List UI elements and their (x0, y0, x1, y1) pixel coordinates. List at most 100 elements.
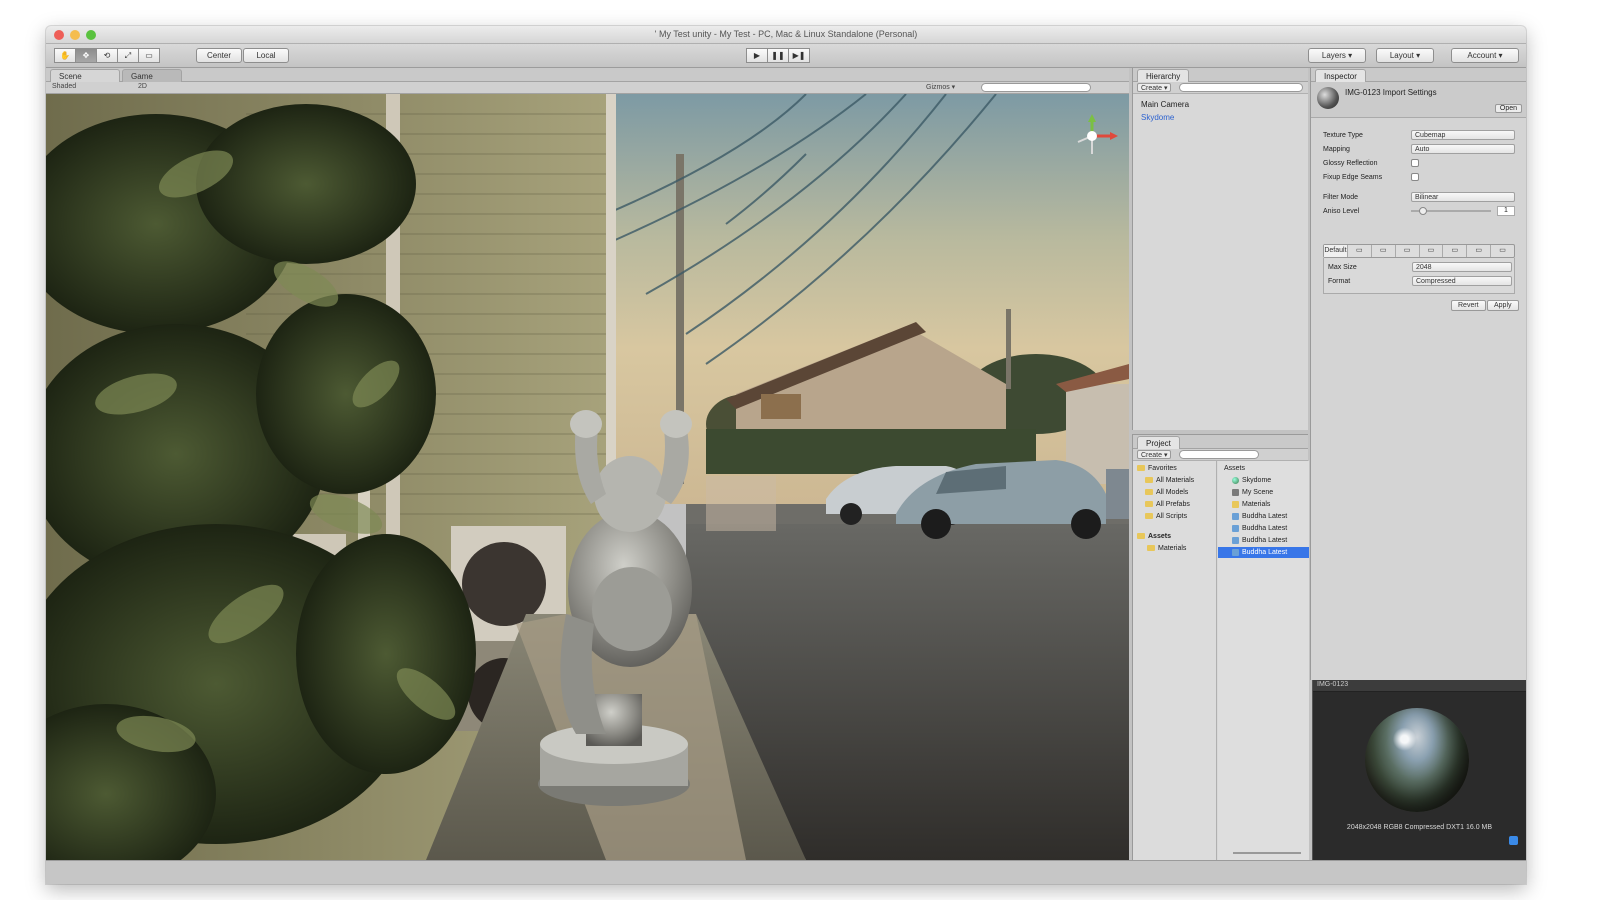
move-tool-button[interactable]: ✥ (75, 48, 97, 63)
asset-item[interactable]: Buddha Latest (1218, 523, 1309, 534)
project-asset-list: Assets Skydome My Scene Materials Buddha… (1218, 461, 1309, 861)
asset-list-header: Assets (1224, 465, 1246, 472)
scene-tab-bar: Scene Game (46, 68, 1129, 82)
asset-item[interactable]: Materials (1218, 499, 1309, 510)
search-folder-icon (1145, 513, 1153, 520)
mapping-dropdown[interactable]: Auto (1411, 144, 1515, 154)
scene-search-input[interactable] (981, 83, 1091, 92)
revert-button[interactable]: Revert (1451, 300, 1486, 311)
cubemap-preview-sphere[interactable] (1365, 708, 1469, 812)
main-toolbar: ✋ ✥ ⟲ ⤢ ▭ Center Local ▶ ❚❚ ▶❚ Layers ▾ … (46, 44, 1526, 68)
rect-tool-button[interactable]: ▭ (138, 48, 160, 63)
texture-type-label: Texture Type (1323, 132, 1363, 139)
pivot-center-button[interactable]: Center (196, 48, 242, 63)
tab-scene[interactable]: Scene (50, 69, 120, 82)
tab-platform-tv[interactable]: ▭ (1443, 245, 1468, 257)
rotate-tool-button[interactable]: ⟲ (96, 48, 118, 63)
unity-editor-window: ' My Test unity - My Test - PC, Mac & Li… (46, 26, 1526, 884)
inspector-panel: Inspector IMG-0123 Import Settings Open … (1310, 68, 1526, 680)
hierarchy-item-main-camera[interactable]: Main Camera (1141, 100, 1189, 109)
tab-platform-webgl[interactable]: ▭ (1372, 245, 1396, 257)
format-label: Format (1328, 278, 1351, 285)
shading-mode-dropdown[interactable]: Shaded (52, 83, 76, 90)
tab-platform-android[interactable]: ▭ (1420, 245, 1444, 257)
glossy-reflection-checkbox[interactable] (1411, 159, 1419, 167)
preview-bar: IMG-0123 (1313, 680, 1526, 692)
fixup-edge-seams-checkbox[interactable] (1411, 173, 1419, 181)
hand-tool-button[interactable]: ✋ (54, 48, 76, 63)
mesh-icon (1232, 548, 1239, 556)
aniso-level-slider[interactable]: 1 (1411, 206, 1515, 216)
project-toolbar: Create ▾ (1133, 449, 1308, 461)
preview-info: 2048x2048 RGB8 Compressed DXT1 16.0 MB (1346, 824, 1493, 831)
asset-item[interactable]: Skydome (1218, 475, 1309, 486)
tab-game[interactable]: Game (122, 69, 182, 82)
fixup-edge-seams-label: Fixup Edge Seams (1323, 174, 1383, 181)
max-size-label: Max Size (1328, 264, 1357, 271)
star-folder-icon (1137, 465, 1145, 472)
project-panel: Project Create ▾ Favorites All Materials… (1132, 434, 1309, 861)
play-button[interactable]: ▶ (746, 48, 768, 63)
texture-type-dropdown[interactable]: Cubemap (1411, 130, 1515, 140)
step-button[interactable]: ▶❚ (788, 48, 810, 63)
tree-all-prefabs[interactable]: All Prefabs (1145, 499, 1190, 510)
tree-all-models[interactable]: All Models (1145, 487, 1188, 498)
pivot-local-button[interactable]: Local (243, 48, 289, 63)
tab-project[interactable]: Project (1137, 436, 1180, 449)
scale-tool-button[interactable]: ⤢ (117, 48, 139, 63)
status-bar (46, 860, 1526, 884)
inspector-title: IMG-0123 Import Settings (1345, 88, 1437, 97)
search-folder-icon (1145, 489, 1153, 496)
open-button[interactable]: Open (1494, 104, 1522, 113)
aniso-level-label: Aniso Level (1323, 208, 1360, 215)
asset-item[interactable]: My Scene (1218, 487, 1309, 498)
tab-platform-console[interactable]: ▭ (1467, 245, 1492, 257)
project-search-input[interactable] (1179, 450, 1259, 459)
slider-knob[interactable] (1419, 207, 1427, 215)
account-dropdown[interactable]: Account ▾ (1451, 48, 1519, 63)
preview-panel: IMG-0123 2048x2048 RGB8 Compressed DXT1 … (1312, 680, 1526, 860)
layers-dropdown[interactable]: Layers ▾ (1308, 48, 1366, 63)
project-folder-tree: Favorites All Materials All Models All P… (1133, 461, 1217, 861)
hierarchy-item-skydome[interactable]: Skydome (1141, 113, 1174, 122)
tab-platform-other[interactable]: ▭ (1491, 245, 1514, 257)
scene-control-bar: Shaded 2D Gizmos ▾ (46, 82, 1129, 94)
layout-dropdown[interactable]: Layout ▾ (1376, 48, 1434, 63)
2d-toggle[interactable]: 2D (138, 83, 147, 90)
folder-icon (1147, 545, 1155, 552)
hierarchy-toolbar: Create ▾ (1133, 82, 1308, 94)
tree-all-scripts[interactable]: All Scripts (1145, 511, 1187, 522)
max-size-dropdown[interactable]: 2048 (1412, 262, 1512, 272)
hierarchy-panel: Hierarchy Create ▾ Main Camera Skydome (1132, 68, 1308, 430)
hierarchy-create-button[interactable]: Create ▾ (1137, 83, 1172, 92)
asset-item-selected[interactable]: Buddha Latest (1218, 547, 1309, 558)
tab-platform-default[interactable]: Default (1324, 245, 1348, 257)
asset-item[interactable]: Buddha Latest (1218, 535, 1309, 546)
mesh-icon (1232, 512, 1239, 520)
tab-inspector[interactable]: Inspector (1315, 69, 1366, 82)
pause-button[interactable]: ❚❚ (767, 48, 789, 63)
tree-all-materials[interactable]: All Materials (1145, 475, 1194, 486)
tab-platform-standalone[interactable]: ▭ (1348, 245, 1372, 257)
tab-hierarchy[interactable]: Hierarchy (1137, 69, 1190, 82)
inspector-tab-bar: Inspector (1311, 68, 1526, 82)
preview-title: IMG-0123 (1317, 681, 1349, 688)
format-dropdown[interactable]: Compressed (1412, 276, 1512, 286)
window-title: ' My Test unity - My Test - PC, Mac & Li… (654, 29, 918, 39)
scene-viewport[interactable] (46, 94, 1129, 860)
preview-toggle-icon[interactable] (1509, 836, 1518, 845)
tab-platform-ios[interactable]: ▭ (1396, 245, 1420, 257)
hierarchy-search-input[interactable] (1179, 83, 1303, 92)
filter-mode-dropdown[interactable]: Bilinear (1411, 192, 1515, 202)
tree-materials[interactable]: Materials (1147, 543, 1186, 554)
asset-item[interactable]: Buddha Latest (1218, 511, 1309, 522)
aniso-level-value[interactable]: 1 (1497, 206, 1515, 216)
gizmos-dropdown[interactable]: Gizmos ▾ (926, 83, 955, 91)
asset-size-slider[interactable] (1219, 849, 1305, 856)
slider-track (1233, 852, 1301, 854)
material-icon (1232, 476, 1239, 484)
tree-favorites[interactable]: Favorites (1137, 463, 1177, 474)
apply-button[interactable]: Apply (1487, 300, 1519, 311)
project-create-button[interactable]: Create ▾ (1137, 450, 1172, 459)
tree-assets[interactable]: Assets (1137, 531, 1171, 542)
